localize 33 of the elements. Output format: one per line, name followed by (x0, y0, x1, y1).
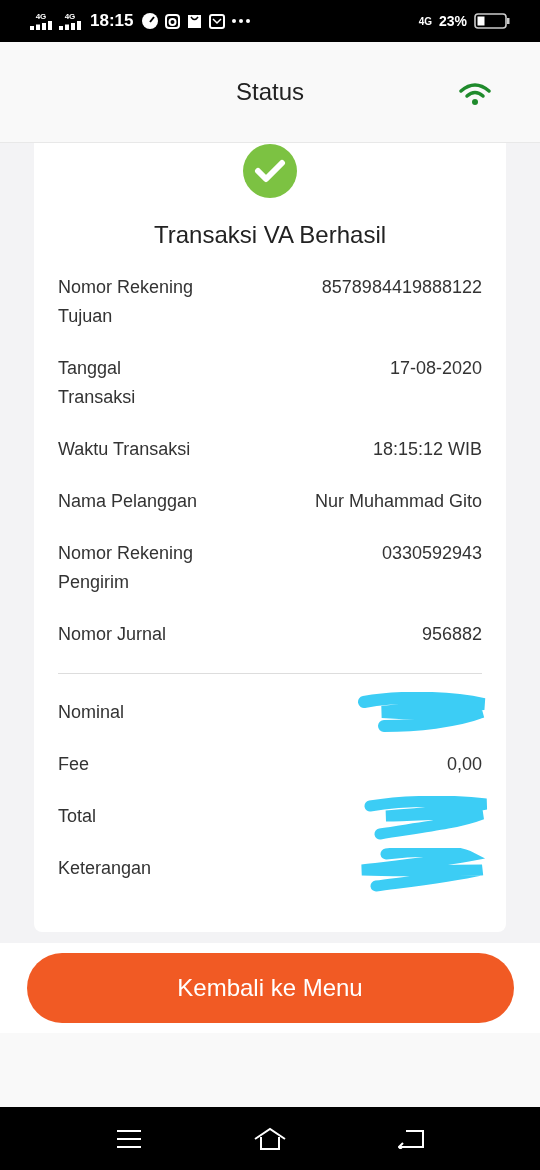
back-icon[interactable] (398, 1129, 425, 1149)
field-label: Nomor Rekening Tujuan (58, 276, 194, 328)
wifi-icon (458, 82, 492, 106)
result-title: Transaksi VA Berhasil (153, 221, 387, 249)
camera-icon (165, 13, 181, 29)
home-icon[interactable] (253, 1127, 287, 1151)
battery-percent: 23% (438, 13, 467, 29)
field-value: 17-08-2020 (389, 357, 482, 380)
more-icon (232, 19, 251, 23)
mail-icon (209, 13, 226, 29)
field-label: Nomor Jurnal (58, 623, 167, 646)
field-label: Nama Pelanggan (58, 490, 198, 513)
back-to-menu-button[interactable]: Kembali ke Menu (26, 953, 514, 1023)
clock-time: 18:15 (90, 11, 134, 31)
bag-icon (187, 13, 203, 29)
field-label: Total (58, 805, 97, 828)
field-value: 0330592943 (381, 542, 482, 565)
field-label: Keterangan (58, 857, 152, 880)
field-value: 956882 (421, 623, 482, 646)
field-label: Fee (58, 753, 90, 776)
battery-icon (474, 13, 510, 29)
field-label: Tanggal Transaksi (58, 357, 136, 409)
gauge-icon (142, 13, 159, 29)
field-label: Nominal (58, 701, 125, 724)
field-value: 18:15:12 WIB (372, 438, 482, 461)
field-label: Nomor Rekening Pengirim (58, 542, 194, 594)
field-value: 8578984419888122 (321, 276, 482, 299)
field-value: 0,00 (446, 753, 482, 776)
page-title: Status (235, 78, 304, 106)
network-label: 4G (418, 15, 432, 27)
field-value: Nur Muhammad Gito (314, 490, 482, 513)
menu-icon[interactable] (115, 1129, 142, 1149)
field-label: Waktu Transaksi (58, 438, 191, 461)
